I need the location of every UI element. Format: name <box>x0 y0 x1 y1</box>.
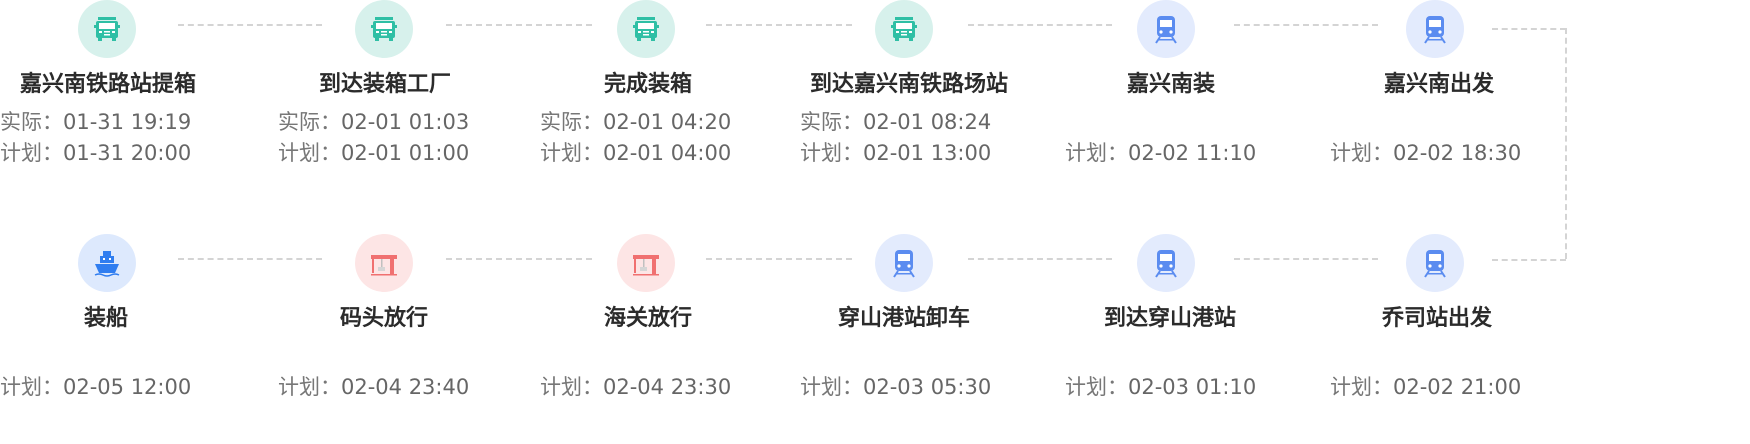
planned-time-label: 计划： <box>1065 141 1128 165</box>
dashed-connector <box>968 24 1112 26</box>
ship-step-icon <box>78 234 136 292</box>
dashed-connector <box>706 24 852 26</box>
truck-icon <box>94 17 120 41</box>
crane-icon <box>371 255 397 276</box>
train-icon <box>1424 250 1446 278</box>
planned-time: 计划：01-31 20:00 <box>0 137 191 167</box>
dashed-connector <box>1492 259 1566 261</box>
planned-time: 计划：02-01 13:00 <box>800 137 991 167</box>
step-title: 到达嘉兴南铁路场站 <box>810 72 1009 97</box>
dashed-connector <box>446 24 592 26</box>
actual-time: 实际：02-01 08:24 <box>800 106 991 136</box>
train-icon <box>1155 16 1177 44</box>
actual-time: 实际：02-01 01:03 <box>278 106 469 136</box>
truck-step-icon <box>78 0 136 58</box>
planned-time-value: 02-05 12:00 <box>63 375 192 399</box>
dashed-connector <box>968 258 1112 260</box>
train-step-icon <box>1137 0 1195 58</box>
train-icon <box>1424 16 1446 44</box>
step-title: 到达穿山港站 <box>1104 306 1237 331</box>
planned-time: 计划：02-05 12:00 <box>0 371 191 401</box>
planned-time-value: 02-04 23:40 <box>341 375 470 399</box>
planned-time-label: 计划： <box>1330 141 1393 165</box>
planned-time-label: 计划： <box>540 375 603 399</box>
actual-time-value: 02-01 04:20 <box>603 110 732 134</box>
planned-time-value: 02-01 01:00 <box>341 141 470 165</box>
planned-time-value: 02-02 18:30 <box>1393 141 1522 165</box>
planned-time: 计划：02-04 23:30 <box>540 371 731 401</box>
planned-time-value: 02-01 04:00 <box>603 141 732 165</box>
planned-time: 计划：02-03 05:30 <box>800 371 991 401</box>
crane-icon <box>633 255 659 276</box>
truck-icon <box>891 17 917 41</box>
train-icon <box>893 250 915 278</box>
planned-time-label: 计划： <box>1330 375 1393 399</box>
step-title: 到达装箱工厂 <box>319 72 452 97</box>
row-wrap-connector <box>1565 28 1567 259</box>
logistics-timeline: 嘉兴南铁路站提箱 实际：01-31 19:19 计划：01-31 20:00 到达装箱… <box>0 0 1750 444</box>
planned-time-value: 02-02 11:10 <box>1128 141 1257 165</box>
planned-time-value: 02-03 01:10 <box>1128 375 1257 399</box>
train-step-icon <box>1406 234 1464 292</box>
planned-time-label: 计划： <box>278 141 341 165</box>
planned-time-label: 计划： <box>1065 375 1128 399</box>
planned-time: 计划：02-02 18:30 <box>1330 137 1521 167</box>
actual-time: 实际：01-31 19:19 <box>0 106 191 136</box>
truck-icon <box>633 17 659 41</box>
planned-time-value: 02-03 05:30 <box>863 375 992 399</box>
dashed-connector <box>706 258 852 260</box>
step-title: 码头放行 <box>340 306 429 331</box>
dashed-connector <box>178 258 322 260</box>
planned-time: 计划：02-02 11:10 <box>1065 137 1256 167</box>
planned-time-value: 02-01 13:00 <box>863 141 992 165</box>
planned-time: 计划：02-03 01:10 <box>1065 371 1256 401</box>
actual-time-value: 02-01 08:24 <box>863 110 992 134</box>
dashed-connector <box>446 258 592 260</box>
actual-time-value: 01-31 19:19 <box>63 110 192 134</box>
train-icon <box>1155 250 1177 278</box>
planned-time: 计划：02-02 21:00 <box>1330 371 1521 401</box>
planned-time-value: 02-04 23:30 <box>603 375 732 399</box>
actual-time-value: 02-01 01:03 <box>341 110 470 134</box>
step-title: 乔司站出发 <box>1382 306 1493 331</box>
planned-time-label: 计划： <box>540 141 603 165</box>
truck-step-icon <box>617 0 675 58</box>
step-title: 嘉兴南铁路站提箱 <box>20 72 197 97</box>
dashed-connector <box>178 24 322 26</box>
step-title: 嘉兴南装 <box>1127 72 1216 97</box>
actual-time: 实际：02-01 04:20 <box>540 106 731 136</box>
actual-time-label: 实际： <box>278 110 341 134</box>
planned-time-label: 计划： <box>0 375 63 399</box>
actual-time-label: 实际： <box>540 110 603 134</box>
step-title: 嘉兴南出发 <box>1384 72 1495 97</box>
planned-time-label: 计划： <box>800 141 863 165</box>
truck-step-icon <box>355 0 413 58</box>
truck-icon <box>371 17 397 41</box>
step-title: 海关放行 <box>604 306 693 331</box>
train-step-icon <box>875 234 933 292</box>
planned-time: 计划：02-01 04:00 <box>540 137 731 167</box>
truck-step-icon <box>875 0 933 58</box>
actual-time-label: 实际： <box>0 110 63 134</box>
train-step-icon <box>1137 234 1195 292</box>
planned-time-value: 01-31 20:00 <box>63 141 192 165</box>
planned-time-label: 计划： <box>278 375 341 399</box>
planned-time-label: 计划： <box>0 141 63 165</box>
actual-time-label: 实际： <box>800 110 863 134</box>
step-title: 穿山港站卸车 <box>838 306 971 331</box>
train-step-icon <box>1406 0 1464 58</box>
planned-time-label: 计划： <box>800 375 863 399</box>
step-title: 装船 <box>84 306 129 331</box>
planned-time-value: 02-02 21:00 <box>1393 375 1522 399</box>
dashed-connector <box>1492 28 1566 30</box>
crane-step-icon <box>355 234 413 292</box>
planned-time: 计划：02-01 01:00 <box>278 137 469 167</box>
ship-icon <box>94 251 120 277</box>
crane-step-icon <box>617 234 675 292</box>
dashed-connector <box>1234 24 1378 26</box>
planned-time: 计划：02-04 23:40 <box>278 371 469 401</box>
step-title: 完成装箱 <box>604 72 693 97</box>
dashed-connector <box>1234 258 1378 260</box>
